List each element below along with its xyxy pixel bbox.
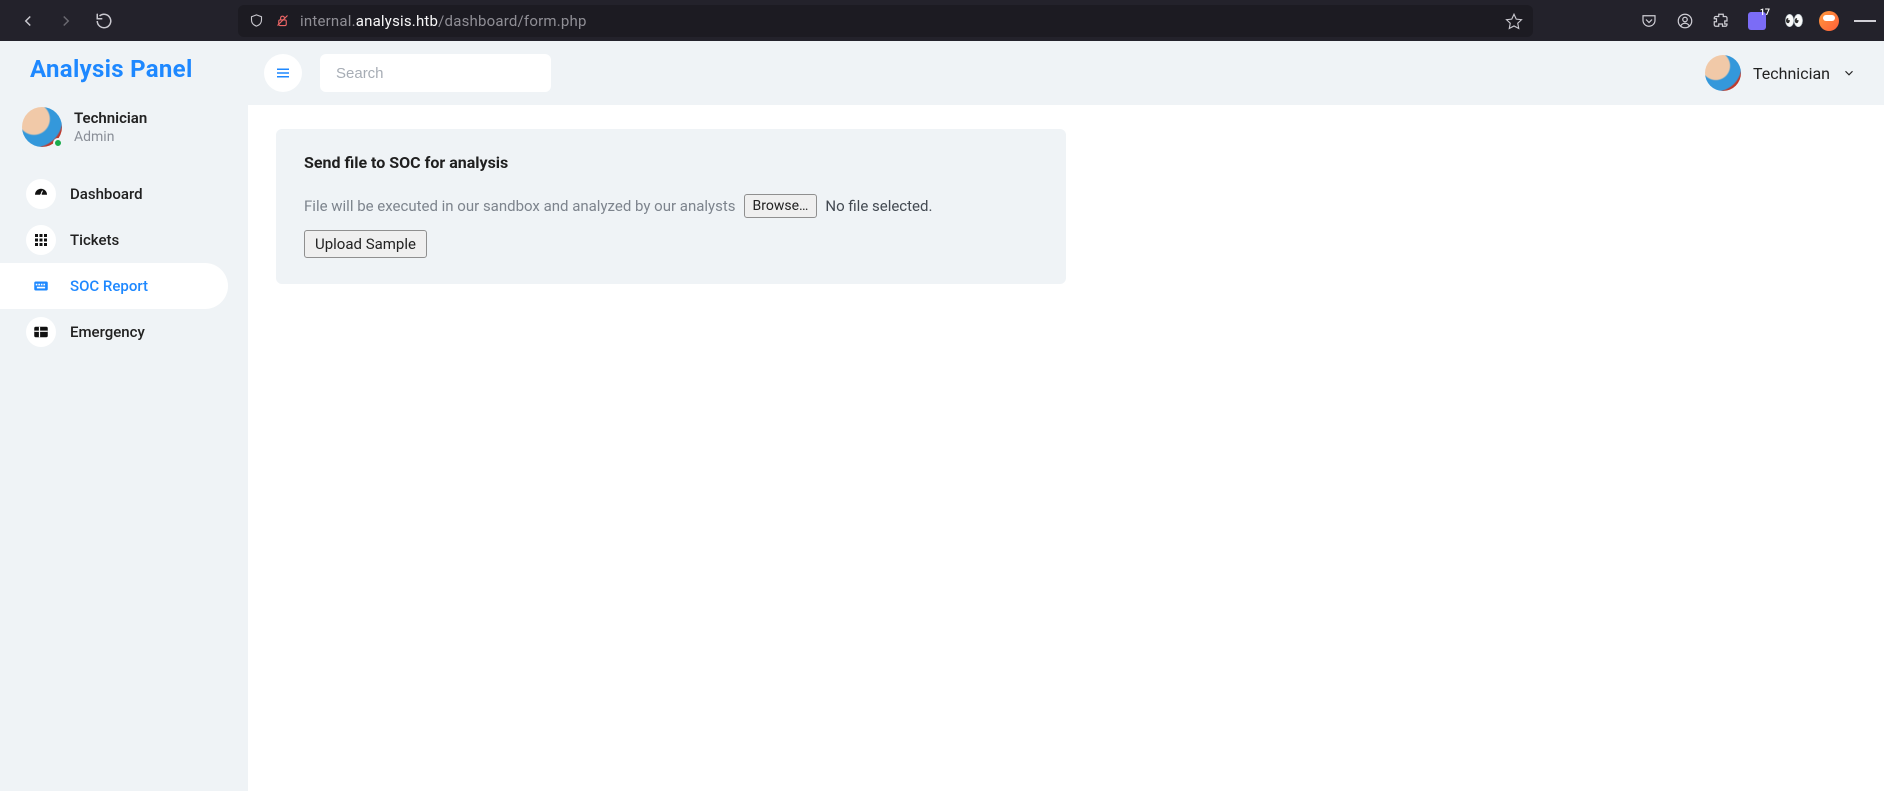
url-bar[interactable]: internal.analysis.htb/dashboard/form.php [238, 5, 1533, 37]
main-area: Technician Send file to SOC for analysis… [248, 41, 1884, 791]
avatar [22, 107, 62, 147]
sidebar-item-label: SOC Report [70, 277, 148, 295]
browser-menu-button[interactable] [1854, 10, 1876, 32]
soc-report-icon [26, 271, 56, 301]
sidebar-item-emergency[interactable]: Emergency [0, 309, 228, 355]
sidebar-item-label: Emergency [70, 323, 145, 341]
extension-eyes-icon[interactable]: 👀 [1782, 10, 1804, 32]
sidebar: Analysis Panel Technician Admin Dashboar… [0, 41, 248, 791]
browse-button[interactable]: Browse… [744, 194, 818, 218]
tickets-icon [26, 225, 56, 255]
avatar [1705, 55, 1741, 91]
extension-foxy-icon[interactable] [1818, 10, 1840, 32]
pocket-icon[interactable] [1638, 10, 1660, 32]
sidebar-item-label: Dashboard [70, 185, 143, 203]
extension-count-badge: 17 [1760, 8, 1770, 18]
browser-actions: 17 👀 [1638, 0, 1876, 41]
nav-forward-button [52, 7, 80, 35]
sidebar-item-soc-report[interactable]: SOC Report [0, 263, 228, 309]
app-brand: Analysis Panel [0, 55, 248, 101]
shield-icon [248, 13, 264, 29]
sidebar-user-name: Technician [74, 109, 147, 127]
sidebar-user-block[interactable]: Technician Admin [0, 101, 248, 165]
nav-back-button[interactable] [14, 7, 42, 35]
sidebar-item-tickets[interactable]: Tickets [0, 217, 228, 263]
status-dot-icon [53, 138, 63, 148]
insecure-lock-icon [274, 13, 290, 29]
nav-reload-button[interactable] [90, 7, 118, 35]
sidebar-item-dashboard[interactable]: Dashboard [0, 171, 228, 217]
extensions-icon[interactable] [1710, 10, 1732, 32]
account-icon[interactable] [1674, 10, 1696, 32]
browser-toolbar: internal.analysis.htb/dashboard/form.php… [0, 0, 1884, 41]
file-status: No file selected. [825, 197, 932, 215]
card-title: Send file to SOC for analysis [304, 153, 1038, 172]
upload-button[interactable]: Upload Sample [304, 230, 427, 258]
sidebar-user-role: Admin [74, 129, 147, 145]
user-menu[interactable]: Technician [1705, 55, 1856, 91]
chevron-down-icon [1842, 66, 1856, 80]
topbar: Technician [248, 41, 1884, 105]
card-description: File will be executed in our sandbox and… [304, 197, 736, 215]
extension-badge[interactable]: 17 [1746, 10, 1768, 32]
emergency-icon [26, 317, 56, 347]
upload-card: Send file to SOC for analysis File will … [276, 129, 1066, 284]
topbar-user-name: Technician [1753, 64, 1830, 83]
dashboard-icon [26, 179, 56, 209]
url-text: internal.analysis.htb/dashboard/form.php [300, 12, 587, 30]
bookmark-star-icon[interactable] [1505, 12, 1523, 30]
search-input[interactable] [320, 54, 551, 92]
sidebar-toggle-button[interactable] [264, 54, 302, 92]
sidebar-item-label: Tickets [70, 231, 119, 249]
